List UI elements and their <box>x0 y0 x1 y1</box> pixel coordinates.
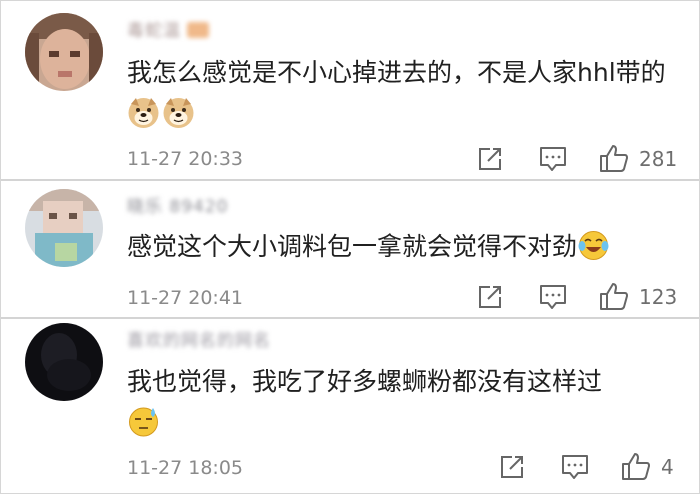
comment-item: 晓乐 89420 感觉这个大小调料包一拿就会觉得不对劲 11-27 20:41 <box>1 181 699 317</box>
like-button[interactable] <box>599 143 629 173</box>
avatar[interactable] <box>25 189 103 267</box>
like-count: 4 <box>661 455 674 479</box>
comment-list: 毒蛇温 我怎么感觉是不小心掉进去的，不是人家hhl带的 11-27 20:33 … <box>0 0 700 494</box>
share-button[interactable] <box>477 284 503 310</box>
comment-text: 我也觉得，我吃了好多螺蛳粉都没有这样过 <box>127 361 687 443</box>
avatar[interactable] <box>25 13 103 91</box>
like-button[interactable] <box>599 281 629 311</box>
share-button[interactable] <box>499 454 525 480</box>
username[interactable]: 毒蛇温 <box>127 19 209 43</box>
comment-icon <box>540 285 566 309</box>
comment-time: 11-27 18:05 <box>127 457 244 479</box>
comment-icon <box>540 147 566 171</box>
thumbs-up-icon <box>600 283 628 310</box>
doge-emoji <box>127 96 160 129</box>
avatar[interactable] <box>25 323 103 401</box>
share-button[interactable] <box>477 146 503 172</box>
comment-text: 我怎么感觉是不小心掉进去的，不是人家hhl带的 <box>127 52 687 134</box>
reply-button[interactable] <box>539 146 567 172</box>
like-count: 123 <box>639 285 678 309</box>
laugh-cry-emoji <box>577 229 610 262</box>
thumbs-up-icon <box>622 453 650 480</box>
comment-time: 11-27 20:33 <box>127 148 244 170</box>
comment-time: 11-27 20:41 <box>127 287 244 309</box>
reply-button[interactable] <box>561 454 589 480</box>
doge-emoji <box>162 96 195 129</box>
reply-button[interactable] <box>539 284 567 310</box>
sweat-emoji <box>127 405 160 438</box>
like-count: 281 <box>639 147 678 171</box>
username[interactable]: 喜欢的网名的网名 <box>127 329 271 353</box>
comment-item: 毒蛇温 我怎么感觉是不小心掉进去的，不是人家hhl带的 11-27 20:33 … <box>1 1 699 179</box>
comment-icon <box>562 455 588 479</box>
member-badge <box>187 22 209 38</box>
comment-text: 感觉这个大小调料包一拿就会觉得不对劲 <box>127 226 687 267</box>
share-icon <box>479 286 501 308</box>
thumbs-up-icon <box>600 145 628 172</box>
username[interactable]: 晓乐 89420 <box>127 195 228 219</box>
comment-item: 喜欢的网名的网名 我也觉得，我吃了好多螺蛳粉都没有这样过 11-27 18:05 <box>1 319 699 495</box>
share-icon <box>501 456 523 478</box>
share-icon <box>479 148 501 170</box>
like-button[interactable] <box>621 451 651 481</box>
